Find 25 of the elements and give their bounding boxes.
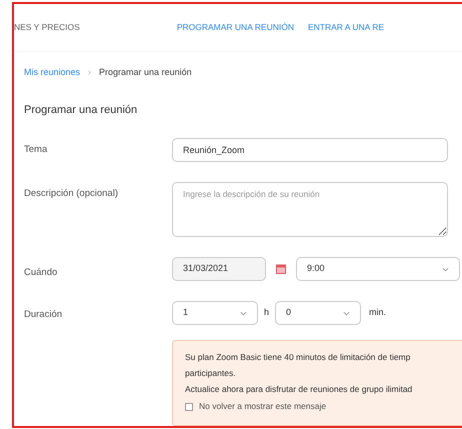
- unit-label: h: [264, 306, 270, 320]
- notice-text: participantes.: [185, 366, 237, 380]
- hours-select[interactable]: 1: [172, 301, 258, 325]
- field-label: Tema: [24, 143, 48, 157]
- breadcrumb-current: Programar una reunión: [99, 66, 192, 79]
- topic-input[interactable]: Reunión_Zoom: [172, 138, 448, 162]
- description-input[interactable]: Ingrese la descripción de su reunión: [172, 182, 448, 237]
- checkbox[interactable]: [185, 402, 193, 411]
- date-input[interactable]: 31/03/2021: [172, 257, 266, 281]
- nav-link[interactable]: NES Y PRECIOS: [14, 21, 80, 34]
- field-label: Duración: [24, 308, 64, 322]
- notice-text: Actualice ahora para disfrutar de reuniones de grupo ilimitad: [185, 382, 414, 396]
- checkbox-label: No volver a mostrar este mensaje: [199, 400, 326, 413]
- unit-label: min.: [369, 306, 386, 320]
- time-select[interactable]: 9:00: [296, 257, 460, 281]
- calendar-icon[interactable]: [276, 264, 286, 274]
- chevron-down-icon: [442, 266, 449, 272]
- page-heading: Programar una reunión: [23, 102, 138, 118]
- field-label: Descripción (opcional): [24, 187, 119, 201]
- minutes-select[interactable]: 0: [275, 301, 362, 325]
- breadcrumb-separator: ›: [88, 66, 92, 79]
- chevron-down-icon: [240, 310, 247, 316]
- field-label: Cuándo: [24, 266, 58, 280]
- notice-text: Su plan Zoom Basic tiene 40 minutos de limitación de tiemp: [185, 351, 412, 364]
- chevron-down-icon: [343, 310, 350, 316]
